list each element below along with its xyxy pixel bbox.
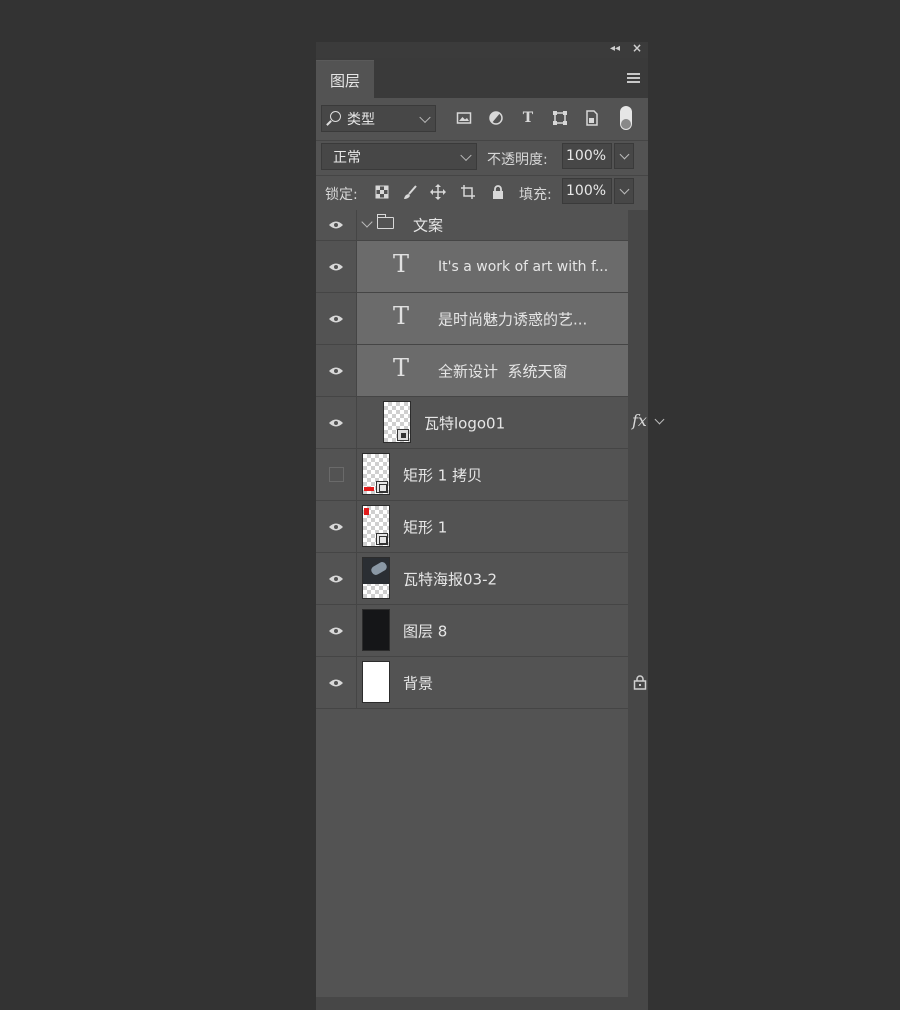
lock-row: 锁定: 填充: 100%	[316, 176, 648, 210]
blend-mode-select[interactable]: 正常	[321, 143, 477, 170]
eye-icon	[329, 367, 343, 374]
search-icon	[330, 111, 341, 122]
blend-row: 正常 不透明度: 100%	[316, 141, 648, 176]
filter-kind-select[interactable]: 类型	[321, 105, 436, 132]
layer-thumbnail	[362, 609, 390, 651]
layer-name: 图层 8	[403, 622, 448, 640]
chevron-down-icon[interactable]	[361, 216, 373, 228]
layer-background[interactable]: 背景	[316, 657, 647, 709]
visibility-toggle[interactable]	[316, 657, 357, 708]
layer-name: 矩形 1	[403, 518, 448, 536]
collapse-panel-icon[interactable]: ◂◂	[610, 43, 620, 54]
visibility-toggle[interactable]	[316, 241, 357, 292]
blend-mode-label: 正常	[333, 149, 361, 166]
layer-name: 瓦特海报03-2	[403, 570, 498, 588]
layer-name: It's a work of art with f...	[438, 258, 609, 275]
layer-thumbnail	[362, 453, 390, 495]
layer-name: 全新设计 系统天窗	[438, 362, 568, 380]
layer-thumbnail	[362, 505, 390, 547]
layer-text[interactable]: T 是时尚魅力诱惑的艺...	[316, 293, 628, 345]
layer-pixel[interactable]: 图层 8	[316, 605, 628, 657]
layer-name: 矩形 1 拷贝	[403, 466, 483, 484]
folder-icon	[376, 214, 394, 229]
layer-group[interactable]: 文案	[316, 210, 628, 241]
eye-icon	[329, 221, 343, 229]
eye-icon	[329, 679, 343, 686]
layer-effects-icon[interactable]: fx	[632, 411, 647, 430]
fill-dropdown[interactable]	[614, 178, 634, 204]
visibility-toggle[interactable]	[316, 501, 357, 552]
close-panel-icon[interactable]: ×	[632, 41, 642, 55]
chevron-down-icon	[419, 111, 431, 123]
chevron-down-icon[interactable]	[654, 414, 665, 425]
layer-shape[interactable]: 矩形 1 拷贝	[316, 449, 628, 501]
type-filter-icon[interactable]: T	[520, 110, 536, 126]
tab-layers[interactable]: 图层	[316, 60, 374, 99]
visibility-toggle[interactable]	[316, 605, 357, 656]
layer-shape[interactable]: 矩形 1	[316, 501, 628, 553]
adjustment-filter-icon[interactable]	[488, 110, 504, 126]
layer-thumbnail	[383, 401, 411, 443]
visibility-off-box	[329, 467, 344, 482]
layers-panel: ◂◂ × 图层 类型 T 正常 不透明度: 100% 锁定: 填充: 100% …	[316, 41, 665, 1010]
lock-all-icon[interactable]	[490, 184, 506, 200]
text-layer-icon: T	[393, 354, 410, 382]
filter-kind-label: 类型	[347, 111, 375, 128]
layers-list: 文案 T It's a work of art with f... T 是时尚魅…	[316, 210, 665, 709]
visibility-toggle[interactable]	[316, 293, 357, 344]
layer-text[interactable]: T It's a work of art with f...	[316, 241, 628, 293]
lock-artboard-icon[interactable]	[460, 184, 476, 200]
layers-scrollbar[interactable]	[628, 210, 648, 1010]
fill-field[interactable]: 100%	[562, 178, 612, 204]
filter-row: 类型 T	[316, 98, 648, 141]
eye-icon	[329, 523, 343, 530]
fill-label: 填充:	[519, 187, 552, 203]
visibility-toggle[interactable]	[316, 553, 357, 604]
lock-position-icon[interactable]	[430, 184, 446, 200]
pixel-filter-icon[interactable]	[456, 110, 472, 126]
text-layer-icon: T	[393, 250, 410, 278]
poster-preview	[363, 558, 389, 584]
panel-footer	[316, 997, 648, 1010]
smart-object-filter-icon[interactable]	[584, 110, 600, 126]
text-layer-icon: T	[393, 302, 410, 330]
layer-name: 是时尚魅力诱惑的艺...	[438, 310, 588, 328]
layer-smart-object[interactable]: 瓦特logo01 fx	[316, 397, 665, 449]
visibility-toggle[interactable]	[316, 449, 357, 500]
panel-title-bar: ◂◂ ×	[316, 41, 648, 58]
filter-toggle[interactable]	[620, 106, 632, 130]
lock-image-pixels-icon[interactable]	[402, 184, 418, 200]
visibility-toggle[interactable]	[316, 210, 357, 240]
layer-thumbnail	[362, 557, 390, 599]
layer-thumbnail	[362, 661, 390, 703]
layer-name: 瓦特logo01	[424, 414, 506, 432]
shape-badge-icon	[376, 533, 388, 545]
chevron-down-icon	[460, 149, 472, 161]
opacity-label: 不透明度:	[487, 152, 548, 168]
panel-menu-icon[interactable]	[627, 73, 640, 85]
visibility-toggle[interactable]	[316, 397, 357, 448]
layer-name: 背景	[403, 674, 434, 692]
eye-icon	[329, 419, 343, 426]
eye-icon	[329, 263, 343, 270]
layer-text[interactable]: T 全新设计 系统天窗	[316, 345, 628, 397]
lock-icon[interactable]	[633, 674, 647, 690]
visibility-toggle[interactable]	[316, 345, 357, 396]
layer-name: 文案	[413, 216, 444, 235]
eye-icon	[329, 315, 343, 322]
opacity-dropdown[interactable]	[614, 143, 634, 169]
eye-icon	[329, 575, 343, 582]
layer-image[interactable]: 瓦特海报03-2	[316, 553, 628, 605]
eye-icon	[329, 627, 343, 634]
tab-strip: 图层	[316, 58, 648, 99]
red-shape-preview	[364, 487, 374, 491]
smart-object-badge-icon	[397, 429, 409, 441]
red-shape-preview	[364, 508, 369, 515]
shape-badge-icon	[376, 481, 388, 493]
shape-filter-icon[interactable]	[552, 110, 568, 126]
opacity-field[interactable]: 100%	[562, 143, 612, 169]
lock-transparent-pixels-icon[interactable]	[374, 184, 390, 200]
lock-label: 锁定:	[325, 187, 358, 203]
